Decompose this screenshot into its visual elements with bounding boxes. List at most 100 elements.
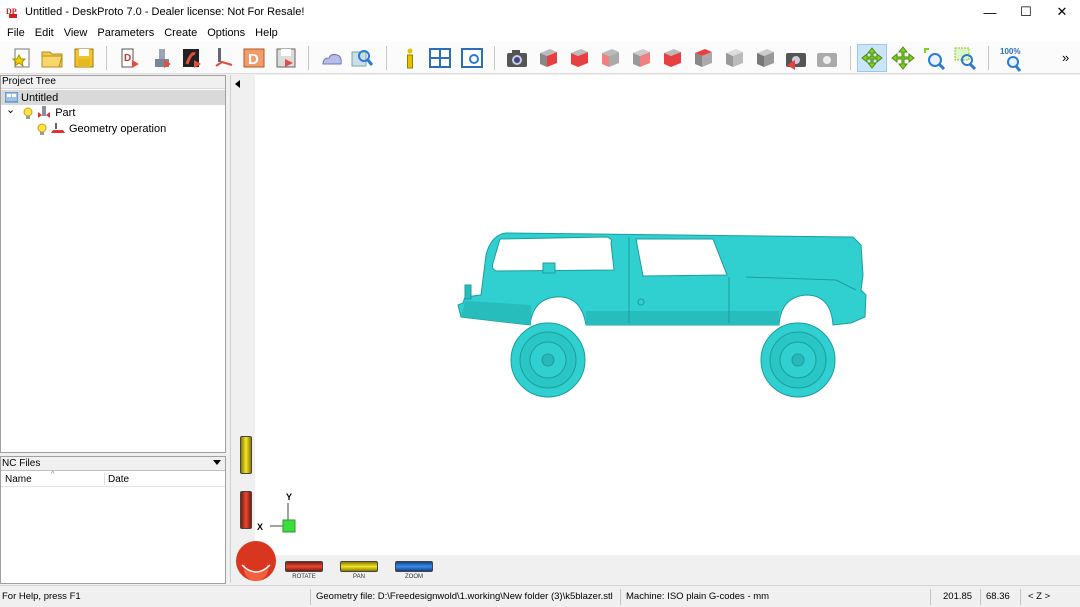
nc-files-header[interactable]: NC Files xyxy=(1,457,225,471)
part-tree-icon xyxy=(37,105,51,120)
pan-icon[interactable] xyxy=(891,46,915,70)
view-bottom-cube-icon[interactable] xyxy=(660,46,684,70)
camera-icon[interactable] xyxy=(505,46,529,70)
tree-item-operation[interactable]: Geometry operation xyxy=(1,121,166,136)
camera-gray-icon[interactable] xyxy=(815,46,839,70)
tree-operation-label: Geometry operation xyxy=(69,122,167,135)
zoom-slider[interactable] xyxy=(395,561,433,572)
close-icon: ✕ xyxy=(1056,4,1068,19)
rotate-dial[interactable] xyxy=(234,539,278,583)
toolbar: D D 100% » xyxy=(0,42,1080,74)
3d-model-vehicle[interactable] xyxy=(451,225,881,405)
nc-files-columns: Name ^ Date xyxy=(1,471,225,487)
column-header-date[interactable]: Date xyxy=(108,474,129,485)
cloud-icon[interactable] xyxy=(320,46,344,70)
open-folder-icon[interactable] xyxy=(40,46,64,70)
title-bar: DP Untitled - DeskProto 7.0 - Dealer lic… xyxy=(0,0,1080,24)
nc-files-panel: NC Files Name ^ Date xyxy=(0,456,226,584)
project-tree-panel: Project Tree Untitled ⌄ Part Geometry op… xyxy=(0,75,226,453)
view-gray-cube-icon[interactable] xyxy=(753,46,777,70)
menu-file[interactable]: File xyxy=(2,24,30,42)
axis-x-label: X xyxy=(257,522,263,532)
view-iso-cube-icon[interactable] xyxy=(722,46,746,70)
operation-tree-icon xyxy=(51,122,65,135)
status-bar: For Help, press F1 Geometry file: D:\Fre… xyxy=(0,585,1080,607)
lightbulb-icon[interactable] xyxy=(23,107,33,119)
export-icon[interactable] xyxy=(180,46,204,70)
menu-bar: File Edit View Parameters Create Options… xyxy=(0,24,1080,42)
zoom-100-label: 100% xyxy=(1000,47,1020,56)
menu-create[interactable]: Create xyxy=(159,24,202,42)
minimize-button[interactable]: — xyxy=(972,0,1008,24)
close-button[interactable]: ✕ xyxy=(1044,0,1080,24)
project-tree-header: Project Tree xyxy=(1,76,225,89)
save-as-icon[interactable] xyxy=(274,46,298,70)
toolpath-icon[interactable] xyxy=(212,46,236,70)
status-machine: Machine: ISO plain G-codes - mm xyxy=(626,591,770,602)
pan-slider-vertical[interactable] xyxy=(240,436,252,474)
rotate-slider-label: ROTATE xyxy=(292,574,316,580)
window-icon[interactable] xyxy=(460,46,484,70)
save-icon[interactable] xyxy=(72,46,96,70)
collapse-arrow-icon[interactable] xyxy=(235,80,240,88)
menu-help[interactable]: Help xyxy=(250,24,283,42)
d-icon[interactable]: D xyxy=(242,46,266,70)
zoom-in-icon[interactable] xyxy=(922,46,946,71)
view-left-cube-icon[interactable] xyxy=(598,46,622,70)
lightbulb-icon[interactable] xyxy=(37,123,47,135)
nc-files-title: NC Files xyxy=(2,458,41,469)
tree-root-label: Untitled xyxy=(21,91,59,104)
view-back-cube-icon[interactable] xyxy=(629,46,653,70)
tree-item-part[interactable]: ⌄ Part xyxy=(1,103,76,120)
axis-y-label: Y xyxy=(286,492,292,502)
rotate-slider[interactable] xyxy=(285,561,323,572)
dropdown-arrow-icon[interactable] xyxy=(213,460,221,465)
sort-indicator-icon: ^ xyxy=(51,471,55,478)
layout-icon[interactable] xyxy=(428,46,452,70)
menu-view[interactable]: View xyxy=(59,24,93,42)
status-y-coordinate: 68.36 xyxy=(986,591,1010,602)
maximize-icon: ☐ xyxy=(1020,4,1032,19)
viewport-left-strip xyxy=(231,75,255,583)
status-axis: < Z > xyxy=(1028,591,1051,602)
zoom-slider-label: ZOOM xyxy=(405,574,423,580)
chevron-down-icon[interactable]: ⌄ xyxy=(6,103,15,116)
tree-item-root[interactable]: Untitled xyxy=(1,90,225,105)
svg-text:D: D xyxy=(248,51,259,68)
status-help: For Help, press F1 xyxy=(2,591,81,602)
menu-parameters[interactable]: Parameters xyxy=(92,24,159,42)
zoom-100-icon[interactable]: 100% xyxy=(1000,46,1024,72)
rotate-slider-vertical[interactable] xyxy=(240,491,252,529)
window-title: Untitled - DeskProto 7.0 - Dealer licens… xyxy=(25,6,305,18)
column-header-name[interactable]: Name xyxy=(5,474,32,485)
tree-part-label: Part xyxy=(55,106,76,119)
toolbar-overflow-chevron[interactable]: » xyxy=(1062,50,1069,65)
import-part-icon[interactable] xyxy=(150,46,174,70)
part-icon[interactable]: D xyxy=(118,46,142,70)
deskproto-window: DP Untitled - DeskProto 7.0 - Dealer lic… xyxy=(0,0,1080,607)
deskproto-logo-icon: DP xyxy=(6,5,20,19)
front-wheel xyxy=(510,322,586,398)
pan-slider-label: PAN xyxy=(353,574,365,580)
svg-text:D: D xyxy=(124,53,131,64)
preview-icon[interactable] xyxy=(350,46,374,70)
rear-wheel xyxy=(760,322,836,398)
view-top-cube-icon[interactable] xyxy=(691,46,715,70)
3d-viewport[interactable]: ROTATE PAN ZOOM Y X xyxy=(230,75,1080,583)
status-x-coordinate: 201.85 xyxy=(943,591,973,602)
info-icon[interactable] xyxy=(398,46,422,70)
zoom-window-icon[interactable] xyxy=(953,46,977,71)
pan-slider[interactable] xyxy=(340,561,378,572)
rotate-icon[interactable] xyxy=(857,44,887,72)
new-project-icon[interactable] xyxy=(10,46,34,70)
viewport-bottom-strip: ROTATE PAN ZOOM xyxy=(231,555,1080,583)
camera-reset-icon[interactable] xyxy=(784,46,808,70)
status-geometry-file: Geometry file: D:\Freedesignwold\1.worki… xyxy=(316,591,613,602)
minimize-icon: — xyxy=(983,4,997,20)
axis-indicator: Y X xyxy=(255,490,305,535)
menu-edit[interactable]: Edit xyxy=(30,24,59,42)
view-front-cube-icon[interactable] xyxy=(536,46,560,70)
view-right-cube-icon[interactable] xyxy=(567,46,591,70)
menu-options[interactable]: Options xyxy=(202,24,250,42)
maximize-button[interactable]: ☐ xyxy=(1008,0,1044,24)
